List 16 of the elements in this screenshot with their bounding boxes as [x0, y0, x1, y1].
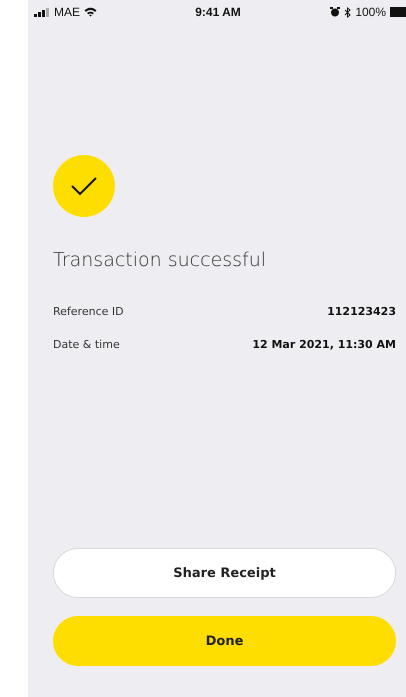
wifi-icon [84, 7, 98, 17]
battery-icon [390, 7, 406, 17]
success-check-icon [53, 155, 115, 217]
detail-label: Date & time [53, 338, 120, 351]
bluetooth-icon [344, 6, 352, 18]
alarm-icon [330, 7, 340, 17]
battery-percentage: 100% [355, 5, 386, 19]
detail-label: Reference ID [53, 305, 124, 318]
signal-icon [34, 8, 50, 16]
status-title: Transaction successful [53, 249, 268, 271]
detail-value: 112123423 [327, 305, 396, 318]
detail-value: 12 Mar 2021, 11:30 AM [252, 338, 396, 351]
share-receipt-button[interactable]: Share Receipt [53, 548, 396, 598]
carrier-name: MAE [54, 5, 80, 19]
clock-time: 9:41 AM [195, 5, 241, 19]
done-button[interactable]: Done [53, 616, 396, 666]
